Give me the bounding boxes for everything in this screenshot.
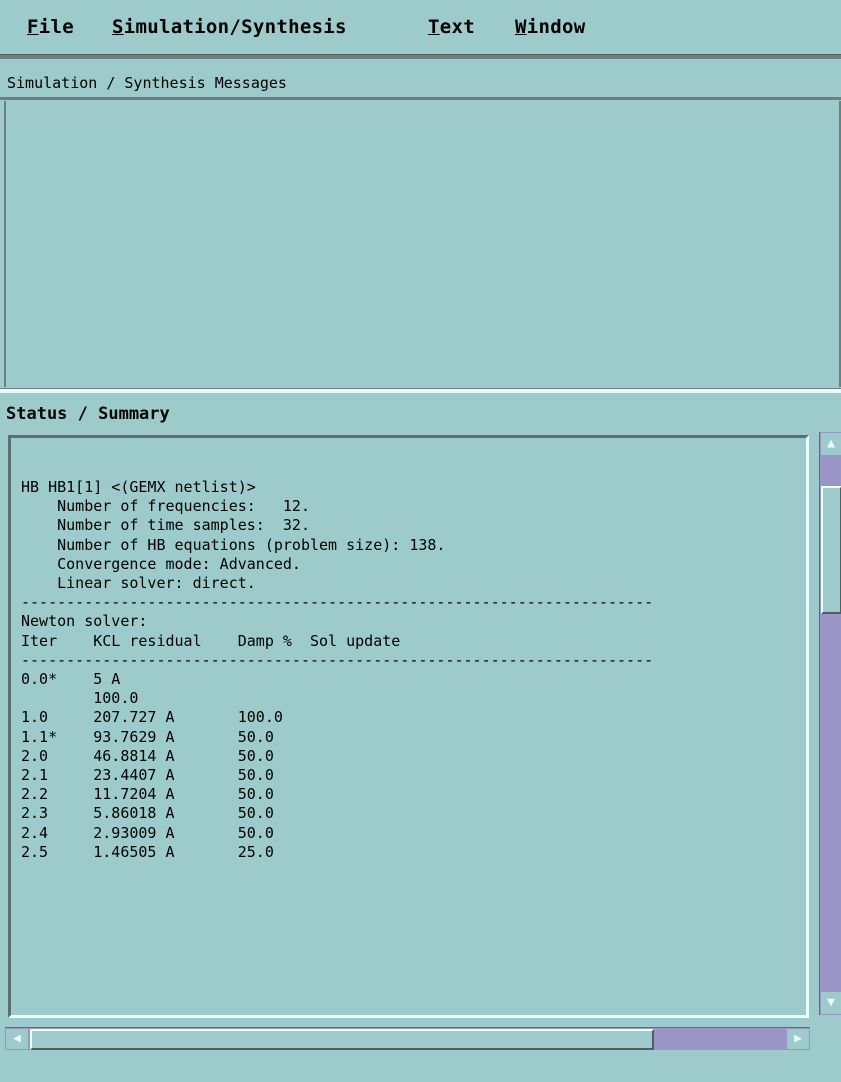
menu-window-label: indow xyxy=(526,16,586,38)
messages-text-area[interactable] xyxy=(4,101,841,387)
menu-bar: File Simulation/Synthesis Text Window xyxy=(0,0,841,54)
vertical-scrollbar[interactable]: ▲ ▼ xyxy=(819,432,841,1015)
menu-file[interactable]: File xyxy=(27,16,74,38)
status-title: Status / Summary xyxy=(6,404,170,424)
status-line: 2.0 46.8814 A 50.0 xyxy=(21,746,274,765)
menu-file-label: ile xyxy=(38,16,74,38)
horizontal-scrollbar[interactable]: ◀ ▶ xyxy=(5,1027,810,1050)
menu-text[interactable]: Text xyxy=(428,16,475,38)
menu-window[interactable]: Window xyxy=(515,16,585,38)
horizontal-scroll-thumb[interactable] xyxy=(30,1029,654,1050)
status-line: 2.3 5.86018 A 50.0 xyxy=(21,804,274,823)
menu-simulation-synthesis[interactable]: Simulation/Synthesis xyxy=(112,16,347,38)
status-line: Iter KCL residual Damp % Sol update xyxy=(21,631,401,650)
status-line: 2.5 1.46505 A 25.0 xyxy=(21,842,274,861)
messages-divider xyxy=(0,97,841,100)
status-line: 100.0 xyxy=(93,689,139,708)
status-line: Number of time samples: 32. xyxy=(57,516,310,535)
status-line: Number of frequencies: 12. xyxy=(57,497,310,516)
menu-file-mnemonic: F xyxy=(27,16,39,38)
menu-simulation-mnemonic: S xyxy=(112,16,124,38)
messages-title: Simulation / Synthesis Messages xyxy=(7,74,287,92)
status-text-area[interactable]: HB HB1[1] <(GEMX netlist)> Number of fre… xyxy=(8,435,809,1018)
status-line: Number of HB equations (problem size): 1… xyxy=(57,535,446,554)
menu-window-mnemonic: W xyxy=(515,16,527,38)
pane-splitter[interactable] xyxy=(0,388,841,393)
status-line: 2.2 11.7204 A 50.0 xyxy=(21,785,274,804)
status-line: 1.1* 93.7629 A 50.0 xyxy=(21,727,274,746)
status-line: Convergence mode: Advanced. xyxy=(57,554,301,573)
triangle-down-icon[interactable]: ▼ xyxy=(821,992,841,1014)
triangle-left-icon[interactable]: ◀ xyxy=(6,1029,28,1049)
status-line: Newton solver: xyxy=(21,612,148,631)
status-line: ----------------------------------------… xyxy=(21,593,654,612)
status-line: ----------------------------------------… xyxy=(21,650,654,669)
simulation-window: File Simulation/Synthesis Text Window Si… xyxy=(0,0,841,1082)
status-line: HB HB1[1] <(GEMX netlist)> xyxy=(21,478,256,496)
status-line: 0.0* 5 A xyxy=(21,670,121,689)
status-line: Linear solver: direct. xyxy=(57,574,256,593)
menu-simulation-label: imulation/Synthesis xyxy=(123,16,347,38)
vertical-scroll-thumb[interactable] xyxy=(821,486,841,614)
status-line: 2.4 2.93009 A 50.0 xyxy=(21,823,274,842)
menu-text-label: ext xyxy=(439,16,475,38)
triangle-up-icon[interactable]: ▲ xyxy=(821,433,841,455)
menu-separator xyxy=(0,54,841,59)
menu-text-mnemonic: T xyxy=(428,16,440,38)
status-summary-text: HB HB1[1] <(GEMX netlist)> Number of fre… xyxy=(21,478,653,862)
status-line: 2.1 23.4407 A 50.0 xyxy=(21,766,274,785)
status-line: 1.0 207.727 A 100.0 xyxy=(21,708,283,727)
triangle-right-icon[interactable]: ▶ xyxy=(787,1029,809,1049)
